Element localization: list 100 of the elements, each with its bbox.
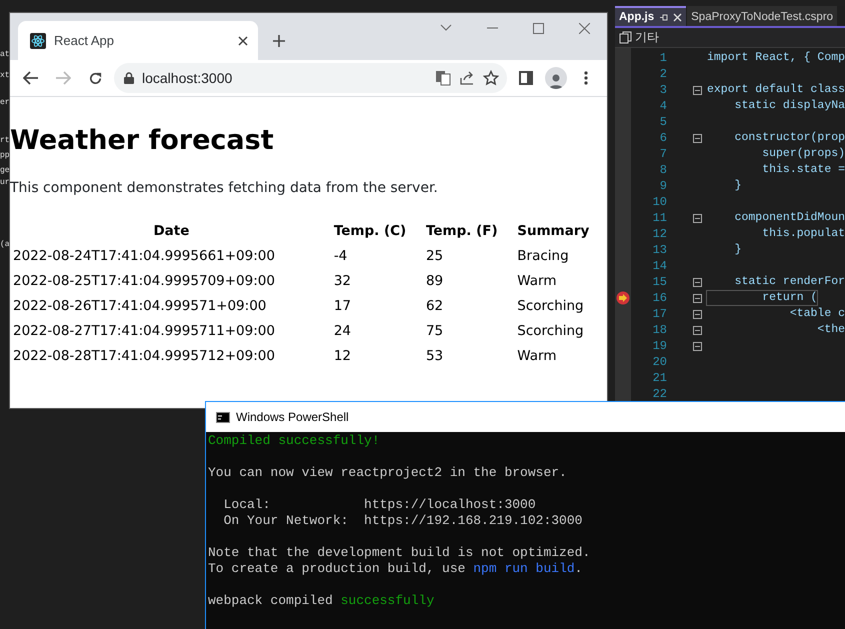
reload-icon [88, 70, 102, 86]
collapse-icon[interactable] [692, 278, 702, 286]
line-number: 14 [652, 259, 667, 273]
code-fragment: ur [0, 178, 10, 187]
window-title: Windows PowerShell [236, 410, 349, 424]
line-number: 9 [658, 179, 667, 193]
code-fragment: at [0, 50, 10, 60]
browser-tab[interactable]: React App [18, 21, 258, 60]
plus-icon [272, 34, 286, 48]
code-line: static displayNa [734, 99, 845, 113]
table-cell-text: Warm [516, 272, 558, 290]
code-line: this.populat [761, 227, 845, 241]
collapse-icon[interactable] [692, 294, 702, 302]
collapse-icon[interactable] [692, 342, 702, 350]
table-cell-text: 62 [424, 296, 444, 316]
table-cell-text: 32 [332, 272, 352, 290]
scope-label[interactable]: 기타 [635, 29, 659, 46]
table-cell-text: 89 [424, 272, 444, 290]
side-panel-icon [519, 71, 533, 85]
line-number: 4 [658, 99, 667, 113]
tab-title: React App [54, 33, 115, 48]
line-number: 5 [658, 115, 667, 129]
line-number: 22 [652, 387, 667, 401]
code-line: } [734, 179, 742, 193]
console-line: You can now view reactproject2 in the browser. [208, 465, 567, 481]
line-number: 16 [652, 291, 667, 305]
line-number: 17 [652, 307, 667, 321]
table-cell-text: 2022-08-26T17:41:04.999571+09:00 [12, 296, 268, 316]
editor-tab[interactable]: App.js [615, 6, 686, 26]
file-scope-icon [619, 31, 632, 44]
console-line: To create a production build, use npm run build. [208, 561, 582, 577]
close-icon [578, 22, 590, 34]
close-icon[interactable] [238, 36, 248, 46]
code-line: <the [816, 323, 845, 337]
console-line: Compiled successfully! [208, 433, 380, 449]
share-icon[interactable] [459, 70, 475, 86]
line-number: 13 [652, 243, 667, 257]
line-number: 3 [658, 83, 667, 97]
code-line: this.state = [761, 163, 845, 177]
table-cell-text: 24 [332, 322, 352, 340]
table-cell-text: Scorching [516, 322, 585, 340]
translate-icon[interactable] [435, 70, 451, 86]
table-cell-text: Warm [516, 346, 558, 366]
address-bar[interactable]: localhost:3000 [114, 63, 507, 93]
line-number: 2 [658, 67, 667, 81]
intro-text: This component demonstrates fetching data from the server. [10, 180, 439, 196]
code-line: super(props) [761, 147, 845, 161]
table-cell-text: 17 [332, 296, 352, 316]
code-line: <table c [788, 307, 845, 321]
column-header: Summary [516, 222, 590, 240]
menu-icon [584, 71, 588, 85]
code-fragment: er [0, 98, 10, 108]
table-cell-text: 12 [332, 346, 352, 366]
collapse-icon[interactable] [692, 326, 702, 334]
code-line: import React, { Comp [707, 51, 845, 65]
collapse-icon[interactable] [692, 86, 702, 94]
line-number: 6 [658, 131, 667, 145]
code-line: componentDidMoun [734, 211, 845, 225]
collapse-icon[interactable] [692, 310, 702, 318]
table-cell-text: -4 [332, 246, 348, 266]
code-fragment: xt [0, 71, 10, 81]
url-text: localhost:3000 [142, 70, 234, 86]
table-cell-text: 2022-08-28T17:41:04.9995712+09:00 [12, 346, 276, 366]
console-line: On Your Network: https://192.168.219.102:3000 [222, 513, 582, 529]
table-cell-text: 2022-08-24T17:41:04.9995661+09:00 [12, 246, 276, 266]
line-number: 8 [658, 163, 667, 177]
table-cell-text: 53 [424, 346, 444, 366]
line-number: 20 [652, 355, 667, 369]
console-icon [216, 412, 230, 422]
line-number: 21 [652, 371, 667, 385]
line-number: 1 [658, 51, 667, 65]
pin-icon[interactable] [659, 12, 668, 22]
maximize-icon [532, 22, 544, 34]
collapse-icon[interactable] [692, 214, 702, 222]
code-fragment: (a [0, 240, 10, 250]
code-fragment: rt [0, 136, 10, 146]
table-cell-text: 75 [424, 322, 444, 340]
lock-icon [124, 72, 134, 84]
console-line: webpack compiled successfully [208, 593, 434, 609]
table-cell-text: 2022-08-27T17:41:04.9995711+09:00 [12, 322, 276, 340]
column-header: Temp. (F) [424, 222, 499, 240]
line-number: 12 [652, 227, 667, 241]
profile-avatar[interactable] [545, 67, 567, 89]
person-icon [549, 73, 563, 89]
collapse-icon[interactable] [692, 134, 702, 142]
code-line: static renderFor [734, 275, 845, 289]
editor-tab[interactable]: SpaProxyToNodeTest.cspro [687, 6, 838, 26]
column-header: Date [152, 222, 190, 240]
column-header: Temp. (C) [332, 222, 408, 240]
page-heading: Weather forecast [10, 125, 275, 156]
back-arrow-icon [23, 71, 39, 85]
line-number: 19 [652, 339, 667, 353]
table-cell-text: 25 [424, 246, 444, 266]
star-icon[interactable] [483, 70, 499, 86]
forward-arrow-icon [55, 71, 71, 85]
atom-icon [30, 32, 46, 48]
console-line: Note that the development build is not optimized. [208, 545, 590, 561]
table-cell-text: Scorching [516, 296, 585, 316]
line-number: 10 [652, 195, 667, 209]
code-line: return ( [707, 291, 818, 305]
